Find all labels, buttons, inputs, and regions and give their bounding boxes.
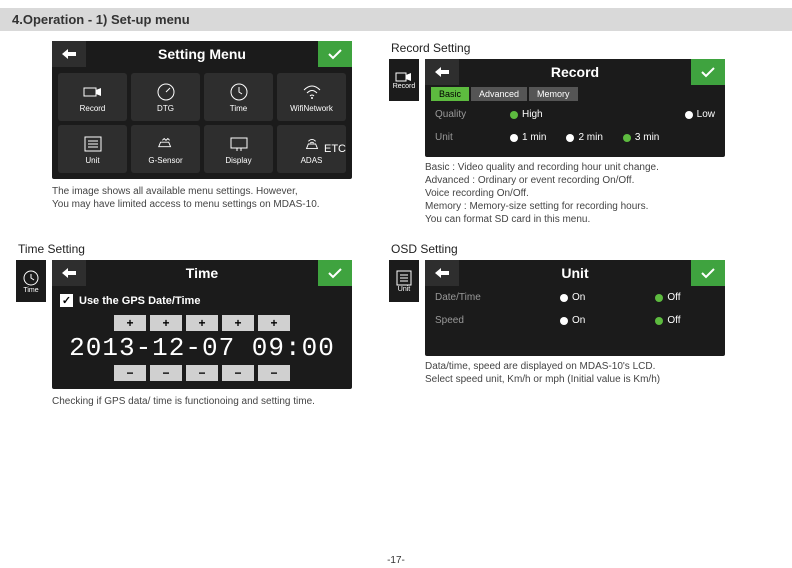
plus-button[interactable]: + xyxy=(186,315,218,331)
menu-label: WifiNetwork xyxy=(290,104,333,113)
gauge-icon xyxy=(156,82,176,102)
menu-label: Record xyxy=(80,104,106,113)
confirm-button[interactable] xyxy=(691,260,725,286)
osd-caption: Data/time, speed are displayed on MDAS-1… xyxy=(425,360,762,386)
plus-button[interactable]: + xyxy=(258,315,290,331)
back-button[interactable] xyxy=(425,59,459,85)
record-caption: Basic : Video quality and recording hour… xyxy=(425,161,762,226)
record-side-icon: Record xyxy=(389,59,419,101)
menu-label: Time xyxy=(230,104,247,113)
setting-menu-caption-1: The image shows all available menu setti… xyxy=(52,185,389,198)
record-panel-title: Record Setting xyxy=(391,41,762,55)
tab-basic[interactable]: Basic xyxy=(431,87,469,101)
plus-button[interactable]: + xyxy=(150,315,182,331)
osd-panel-title: OSD Setting xyxy=(391,242,762,256)
radio-unit-2min[interactable]: 2 min xyxy=(566,132,602,143)
time-caption: Checking if GPS data/ time is functionoi… xyxy=(52,395,389,408)
time-digits: 2013-12-07 09:00 xyxy=(58,331,346,365)
minus-button[interactable]: − xyxy=(114,365,146,381)
radio-datetime-on[interactable]: On xyxy=(560,292,585,303)
menu-label: G-Sensor xyxy=(148,156,182,165)
menu-item-dtg[interactable]: DTG xyxy=(131,73,200,121)
list-icon xyxy=(83,134,103,154)
osd-screen: Unit Date/Time On Off Speed On Off xyxy=(425,260,725,356)
confirm-button[interactable] xyxy=(318,260,352,286)
setting-menu-screen: Setting Menu Record DTG Time xyxy=(52,41,352,179)
wifi-icon xyxy=(302,82,322,102)
car-radar-icon xyxy=(302,134,322,154)
use-gps-label: Use the GPS Date/Time xyxy=(79,295,200,307)
menu-item-wifi[interactable]: WifiNetwork xyxy=(277,73,346,121)
menu-label: Display xyxy=(225,156,251,165)
record-screen: Record Basic Advanced Memory Quality Hig… xyxy=(425,59,725,157)
confirm-button[interactable] xyxy=(318,41,352,67)
radio-speed-off[interactable]: Off xyxy=(655,315,680,326)
time-screen: Time ✓ Use the GPS Date/Time + + + + + 2… xyxy=(52,260,352,389)
osd-side-icon: Unit xyxy=(389,260,419,302)
monitor-icon xyxy=(229,134,249,154)
back-button[interactable] xyxy=(52,41,86,67)
menu-item-unit[interactable]: Unit xyxy=(58,125,127,173)
section-header: 4.Operation - 1) Set-up menu xyxy=(0,8,792,31)
menu-item-display[interactable]: Display xyxy=(204,125,273,173)
time-side-icon: Time xyxy=(16,260,46,302)
quality-label: Quality xyxy=(435,109,490,120)
screen-title: Unit xyxy=(459,265,691,281)
unit-label: Unit xyxy=(435,132,490,143)
menu-item-etc[interactable]: ETC xyxy=(324,125,346,173)
minus-button[interactable]: − xyxy=(186,365,218,381)
camcorder-icon xyxy=(83,82,103,102)
list-icon xyxy=(396,270,412,286)
radio-quality-low[interactable]: Low xyxy=(685,109,715,120)
plus-button[interactable]: + xyxy=(114,315,146,331)
tab-memory[interactable]: Memory xyxy=(529,87,578,101)
menu-item-record[interactable]: Record xyxy=(58,73,127,121)
confirm-button[interactable] xyxy=(691,59,725,85)
clock-icon xyxy=(229,82,249,102)
page-number: -17- xyxy=(387,555,405,566)
tab-advanced[interactable]: Advanced xyxy=(471,87,527,101)
menu-label: DTG xyxy=(157,104,174,113)
screen-title: Setting Menu xyxy=(86,46,318,62)
screen-title: Time xyxy=(86,265,318,281)
menu-item-time[interactable]: Time xyxy=(204,73,273,121)
plus-button[interactable]: + xyxy=(222,315,254,331)
minus-button[interactable]: − xyxy=(222,365,254,381)
use-gps-checkbox[interactable]: ✓ xyxy=(60,294,73,307)
menu-item-gsensor[interactable]: G-Sensor xyxy=(131,125,200,173)
minus-button[interactable]: − xyxy=(150,365,182,381)
menu-label: ADAS xyxy=(301,156,323,165)
datetime-label: Date/Time xyxy=(435,292,490,303)
screen-title: Record xyxy=(459,64,691,80)
time-panel-title: Time Setting xyxy=(18,242,389,256)
clock-icon xyxy=(22,269,40,287)
radio-unit-3min[interactable]: 3 min xyxy=(623,132,659,143)
speed-label: Speed xyxy=(435,315,490,326)
radio-quality-high[interactable]: High xyxy=(510,109,543,120)
menu-label: ETC xyxy=(324,143,346,155)
camcorder-icon xyxy=(395,71,413,83)
minus-button[interactable]: − xyxy=(258,365,290,381)
radio-unit-1min[interactable]: 1 min xyxy=(510,132,546,143)
car-collision-icon xyxy=(156,134,176,154)
back-button[interactable] xyxy=(52,260,86,286)
back-button[interactable] xyxy=(425,260,459,286)
radio-datetime-off[interactable]: Off xyxy=(655,292,680,303)
menu-label: Unit xyxy=(85,156,99,165)
radio-speed-on[interactable]: On xyxy=(560,315,585,326)
setting-menu-caption-2: You may have limited access to menu sett… xyxy=(52,198,389,211)
